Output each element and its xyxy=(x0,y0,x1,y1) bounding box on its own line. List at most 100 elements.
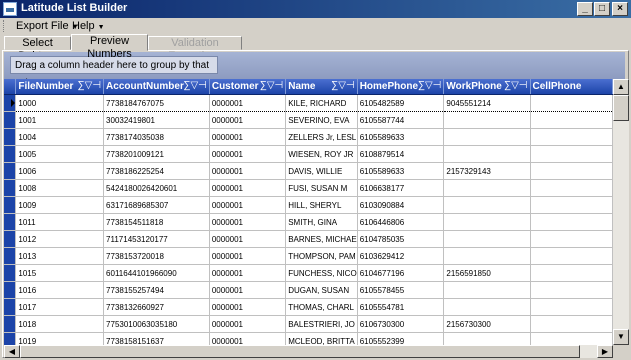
table-row[interactable]: 1012 71171453120177 0000001 BARNES, MICHAE 6… xyxy=(4,230,613,248)
cell-name[interactable]: SMITH, GINA xyxy=(285,213,358,231)
cell-accountnumber[interactable]: 7738184767075 xyxy=(103,94,210,112)
cell-homephone[interactable]: 6105578455 xyxy=(357,281,445,299)
cell-customer[interactable]: 0000001 xyxy=(209,213,287,231)
cell-workphone[interactable] xyxy=(443,145,531,163)
column-header-accountnumber[interactable]: AccountNumber ∑▽⊣ xyxy=(103,79,210,95)
cell-homephone[interactable]: 6104677196 xyxy=(357,264,445,282)
cell-accountnumber[interactable]: 7753010063035180 xyxy=(103,315,210,333)
cell-customer[interactable]: 0000001 xyxy=(209,298,287,316)
cell-name[interactable]: WIESEN, ROY JR xyxy=(285,145,358,163)
row-selector[interactable] xyxy=(4,111,17,129)
column-header-customer[interactable]: Customer ∑▽⊣ xyxy=(209,79,287,95)
cell-name[interactable]: SEVERINO, EVA xyxy=(285,111,358,129)
table-row[interactable]: 1006 7738186225254 0000001 DAVIS, WILLIE 610… xyxy=(4,162,613,180)
cell-filenumber[interactable]: 1008 xyxy=(15,179,105,197)
cell-homephone[interactable]: 6103629412 xyxy=(357,247,445,265)
cell-homephone[interactable]: 6105589633 xyxy=(357,128,445,146)
table-row[interactable]: 1011 7738154511818 0000001 SMITH, GINA 61064… xyxy=(4,213,613,231)
cell-cellphone[interactable] xyxy=(530,196,613,214)
cell-homephone[interactable]: 6105552399 xyxy=(357,332,445,345)
table-row[interactable]: 1019 7738158151637 0000001 MCLEOD, BRITTA 61… xyxy=(4,332,613,345)
cell-customer[interactable]: 0000001 xyxy=(209,332,287,345)
cell-filenumber[interactable]: 1011 xyxy=(15,213,105,231)
vertical-scroll-thumb[interactable] xyxy=(613,95,629,121)
cell-filenumber[interactable]: 1006 xyxy=(15,162,105,180)
cell-cellphone[interactable] xyxy=(530,94,613,112)
cell-name[interactable]: KILE, RICHARD xyxy=(285,94,358,112)
cell-customer[interactable]: 0000001 xyxy=(209,264,287,282)
cell-filenumber[interactable]: 1001 xyxy=(15,111,105,129)
cell-filenumber[interactable]: 1017 xyxy=(15,298,105,316)
minimize-button[interactable]: _ xyxy=(577,2,593,16)
row-selector[interactable] xyxy=(4,179,17,197)
sum-filter-pin-icons[interactable]: ∑▽⊣ xyxy=(331,80,355,91)
cell-workphone[interactable]: 2156591850 xyxy=(443,264,531,282)
column-header-filenumber[interactable]: FileNumber ∑▽⊣ xyxy=(15,79,105,95)
cell-workphone[interactable] xyxy=(443,298,531,316)
cell-workphone[interactable] xyxy=(443,128,531,146)
cell-workphone[interactable] xyxy=(443,332,531,345)
sum-filter-pin-icons[interactable]: ∑▽⊣ xyxy=(260,80,284,91)
cell-workphone[interactable] xyxy=(443,179,531,197)
cell-workphone[interactable]: 2157329143 xyxy=(443,162,531,180)
sum-filter-pin-icons[interactable]: ∑▽⊣ xyxy=(504,80,528,91)
cell-homephone[interactable]: 6104785035 xyxy=(357,230,445,248)
cell-cellphone[interactable] xyxy=(530,128,613,146)
cell-cellphone[interactable] xyxy=(530,145,613,163)
cell-cellphone[interactable] xyxy=(530,264,613,282)
horizontal-scrollbar[interactable]: ◀ ▶ xyxy=(4,345,613,358)
menu-help[interactable]: Help ▼ xyxy=(70,19,107,35)
cell-name[interactable]: BALESTRIERI, JO xyxy=(285,315,358,333)
row-selector[interactable] xyxy=(4,196,17,214)
cell-customer[interactable]: 0000001 xyxy=(209,230,287,248)
cell-filenumber[interactable]: 1005 xyxy=(15,145,105,163)
cell-homephone[interactable]: 6108879514 xyxy=(357,145,445,163)
cell-cellphone[interactable] xyxy=(530,162,613,180)
cell-accountnumber[interactable]: 7738153720018 xyxy=(103,247,210,265)
cell-accountnumber[interactable]: 7738158151637 xyxy=(103,332,210,345)
cell-homephone[interactable]: 6106730300 xyxy=(357,315,445,333)
cell-customer[interactable]: 0000001 xyxy=(209,247,287,265)
cell-workphone[interactable]: 2156730300 xyxy=(443,315,531,333)
cell-workphone[interactable] xyxy=(443,213,531,231)
cell-homephone[interactable]: 6105589633 xyxy=(357,162,445,180)
cell-workphone[interactable]: 9045551214 xyxy=(443,94,531,112)
cell-cellphone[interactable] xyxy=(530,281,613,299)
horizontal-scroll-thumb[interactable] xyxy=(20,345,580,358)
table-row[interactable]: 1016 7738155257494 0000001 DUGAN, SUSAN 6105… xyxy=(4,281,613,299)
cell-homephone[interactable]: 6103090884 xyxy=(357,196,445,214)
row-selector[interactable] xyxy=(4,315,17,333)
table-row[interactable]: 1000 7738184767075 0000001 KILE, RICHARD 610… xyxy=(4,94,613,112)
cell-cellphone[interactable] xyxy=(530,298,613,316)
cell-workphone[interactable] xyxy=(443,281,531,299)
row-selector[interactable] xyxy=(4,145,17,163)
scroll-up-icon[interactable]: ▲ xyxy=(613,79,629,95)
cell-customer[interactable]: 0000001 xyxy=(209,111,287,129)
row-selector[interactable] xyxy=(4,264,17,282)
scroll-left-icon[interactable]: ◀ xyxy=(4,345,20,358)
table-row[interactable]: 1018 7753010063035180 0000001 BALESTRIERI, … xyxy=(4,315,613,333)
cell-accountnumber[interactable]: 5424180026420601 xyxy=(103,179,210,197)
cell-workphone[interactable] xyxy=(443,230,531,248)
cell-name[interactable]: DUGAN, SUSAN xyxy=(285,281,358,299)
row-selector[interactable] xyxy=(4,332,17,345)
sum-filter-pin-icons[interactable]: ∑▽⊣ xyxy=(418,80,442,91)
table-row[interactable]: 1008 5424180026420601 0000001 FUSI, SUSAN M… xyxy=(4,179,613,197)
cell-filenumber[interactable]: 1013 xyxy=(15,247,105,265)
row-selector[interactable] xyxy=(4,298,17,316)
cell-accountnumber[interactable]: 7738132660927 xyxy=(103,298,210,316)
cell-homephone[interactable]: 6105482589 xyxy=(357,94,445,112)
table-row[interactable]: 1001 30032419801 0000001 SEVERINO, EVA 61055… xyxy=(4,111,613,129)
cell-filenumber[interactable]: 1018 xyxy=(15,315,105,333)
cell-homephone[interactable]: 6105554781 xyxy=(357,298,445,316)
cell-accountnumber[interactable]: 7738201009121 xyxy=(103,145,210,163)
cell-cellphone[interactable] xyxy=(530,332,613,345)
cell-filenumber[interactable]: 1009 xyxy=(15,196,105,214)
cell-name[interactable]: FUNCHESS, NICO xyxy=(285,264,358,282)
cell-customer[interactable]: 0000001 xyxy=(209,128,287,146)
cell-homephone[interactable]: 6106446806 xyxy=(357,213,445,231)
cell-customer[interactable]: 0000001 xyxy=(209,281,287,299)
row-selector[interactable] xyxy=(4,230,17,248)
close-button[interactable]: × xyxy=(612,2,628,16)
row-selector[interactable] xyxy=(4,162,17,180)
